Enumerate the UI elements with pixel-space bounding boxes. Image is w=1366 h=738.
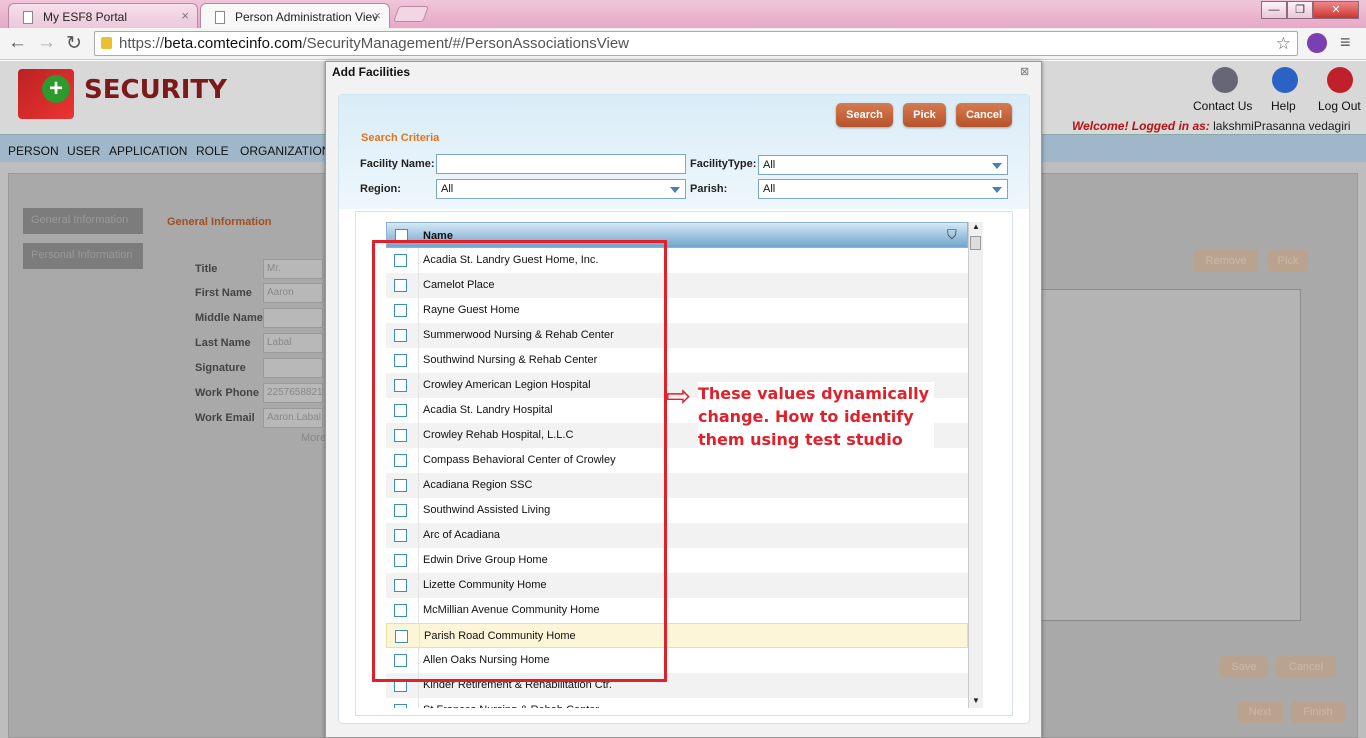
more-link[interactable]: More (301, 432, 326, 444)
side-tab-general-information[interactable]: General Information (23, 208, 143, 234)
middle-name-field[interactable] (263, 308, 323, 328)
security-logo (18, 69, 74, 119)
field-label: Work Phone (195, 387, 259, 399)
grid-scrollbar[interactable]: ▲ ▼ (968, 222, 983, 708)
help-icon[interactable] (1272, 67, 1298, 93)
first-name-field[interactable]: Aaron (263, 283, 323, 303)
scroll-thumb[interactable] (970, 236, 981, 250)
search-criteria-panel: Search Pick Cancel Search Criteria Facil… (339, 95, 1029, 209)
welcome-prefix: Welcome! Logged in as: (1072, 119, 1210, 133)
welcome-text: Welcome! Logged in as: lakshmiPrasanna v… (1072, 119, 1351, 133)
extension-icon[interactable] (1307, 33, 1327, 53)
parish-select[interactable]: All (758, 179, 1008, 199)
tab-label: My ESF8 Portal (43, 10, 128, 24)
contact-icon[interactable] (1212, 67, 1238, 93)
url-path: /SecurityManagement/#/PersonAssociations… (302, 35, 629, 52)
parish-label: Parish: (690, 183, 728, 195)
facility-type-select[interactable]: All (758, 155, 1008, 175)
close-icon[interactable]: × (181, 8, 189, 23)
signature-field[interactable] (263, 358, 323, 378)
new-tab-button[interactable] (393, 6, 429, 22)
annotation-note: These values dynamically change. How to … (698, 382, 934, 451)
facility-type-label: FacilityType: (690, 158, 757, 170)
last-name-field[interactable]: Labal (263, 333, 323, 353)
save-button[interactable]: Save (1220, 656, 1268, 678)
help-link[interactable]: Help (1271, 99, 1296, 113)
menu-user[interactable]: USER (67, 144, 100, 158)
cancel-button[interactable]: Cancel (956, 103, 1012, 127)
facility-name-input[interactable] (436, 154, 686, 174)
page-icon (215, 11, 225, 24)
section-title: General Information (167, 216, 272, 228)
cancel-button-bg[interactable]: Cancel (1276, 656, 1336, 678)
browser-toolbar: ← → ↻ https://beta.comtecinfo.com/Securi… (0, 28, 1366, 60)
work-phone-field[interactable]: 2257658821 (263, 383, 323, 403)
table-row[interactable]: St Frances Nursing & Rehab Center (386, 698, 968, 708)
region-label: Region: (360, 183, 401, 195)
window-close-button[interactable]: ✕ (1313, 1, 1359, 19)
field-label: Work Email (195, 412, 255, 424)
bookmark-star-icon[interactable]: ☆ (1276, 32, 1291, 55)
field-label: Middle Name (195, 312, 263, 324)
minimize-button[interactable]: — (1261, 1, 1287, 19)
side-tab-personal-information[interactable]: Personal Information (23, 243, 143, 269)
close-icon[interactable]: × (373, 8, 381, 23)
finish-button[interactable]: Finish (1291, 701, 1345, 723)
url-host: beta.comtecinfo.com (164, 35, 303, 52)
work-email-field[interactable]: Aaron.Labal (263, 408, 323, 428)
annotation-arrow-icon: ⇨ (666, 380, 692, 413)
field-label: Last Name (195, 337, 251, 349)
tab-label: Person Administration Viev (235, 10, 379, 24)
back-arrow-icon[interactable]: ← (8, 32, 27, 54)
pick-button[interactable]: Pick (903, 103, 946, 127)
field-label: Signature (195, 362, 246, 374)
maximize-button[interactable]: ❐ (1287, 1, 1313, 19)
title-field[interactable]: Mr. (263, 259, 323, 279)
browser-tab-bar: My ESF8 Portal × Person Administration V… (0, 0, 1366, 28)
search-button[interactable]: Search (836, 103, 893, 127)
contact-us-link[interactable]: Contact Us (1193, 99, 1252, 113)
facility-name-cell: St Frances Nursing & Rehab Center (423, 704, 599, 708)
menu-application[interactable]: APPLICATION (109, 144, 187, 158)
forward-arrow-icon[interactable]: → (37, 32, 56, 54)
logout-link[interactable]: Log Out (1318, 99, 1361, 113)
field-label: Title (195, 263, 218, 275)
tab-my-esf8-portal[interactable]: My ESF8 Portal × (8, 3, 198, 28)
row-checkbox[interactable] (394, 704, 407, 708)
page-icon (23, 11, 33, 24)
facility-name-label: Facility Name: (360, 158, 435, 170)
menu-organization[interactable]: ORGANIZATION (240, 144, 330, 158)
field-label: First Name (195, 287, 252, 299)
close-icon[interactable]: ⊠ (1020, 65, 1029, 78)
menu-icon[interactable]: ≡ (1340, 32, 1351, 53)
search-criteria-label: Search Criteria (361, 132, 440, 144)
cell-divider (418, 698, 419, 708)
reload-icon[interactable]: ↻ (66, 32, 82, 55)
url-scheme: https:// (119, 35, 165, 52)
scroll-up-icon[interactable]: ▲ (972, 222, 980, 231)
remove-button[interactable]: Remove (1194, 250, 1258, 272)
app-title: SECURITY (84, 75, 227, 105)
region-select[interactable]: All (436, 179, 686, 199)
next-button[interactable]: Next (1237, 701, 1283, 723)
menu-person[interactable]: PERSON (8, 144, 59, 158)
address-bar[interactable]: https://beta.comtecinfo.com/SecurityMana… (94, 31, 1298, 56)
logout-icon[interactable] (1327, 67, 1353, 93)
scroll-down-icon[interactable]: ▼ (972, 696, 980, 705)
annotation-highlight-box (372, 240, 667, 682)
tab-person-administration[interactable]: Person Administration Viev × (200, 3, 390, 28)
associations-panel (1039, 289, 1301, 621)
pick-button-bg[interactable]: Pick (1268, 250, 1308, 272)
menu-role[interactable]: ROLE (196, 144, 229, 158)
lock-icon (101, 37, 112, 49)
welcome-user: lakshmiPrasanna vedagiri (1213, 119, 1351, 133)
dialog-title: Add Facilities (332, 65, 411, 79)
